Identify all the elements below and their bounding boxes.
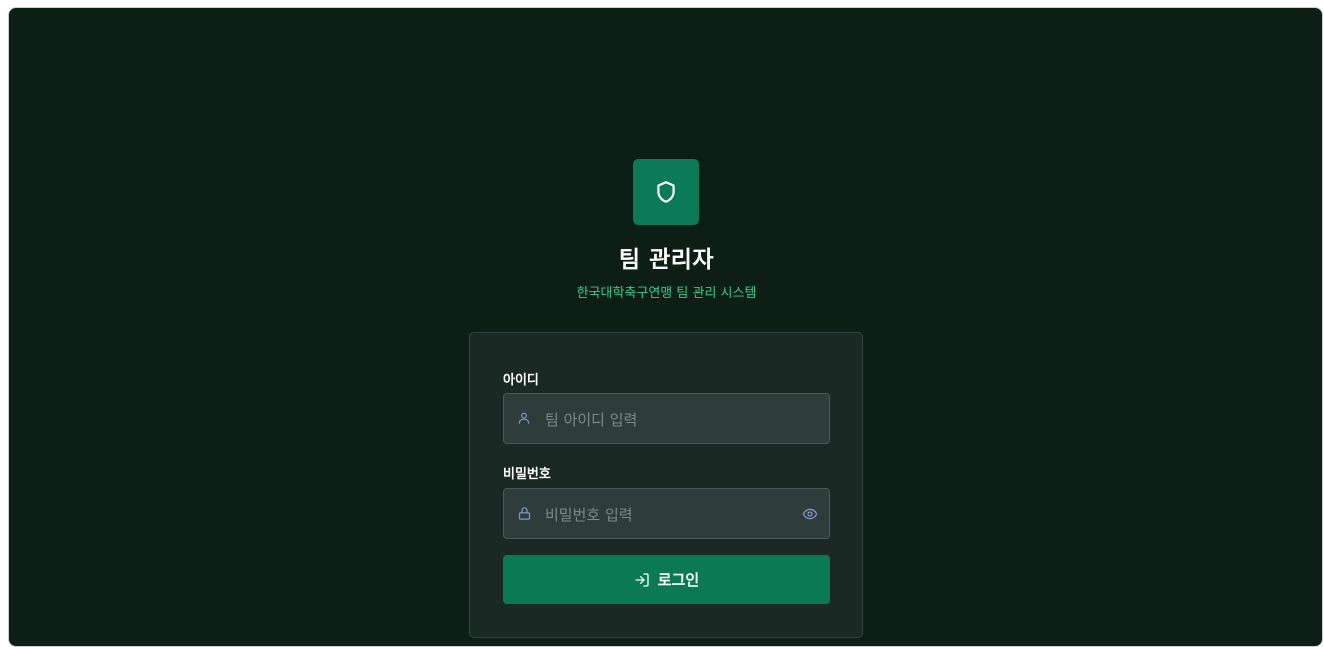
- login-page: 팀 관리자 한국대학축구연맹 팀 관리 시스템 아이디 팀 아이디 입력 비밀번…: [8, 7, 1323, 647]
- page-subtitle: 한국대학축구연맹 팀 관리 시스템: [576, 286, 757, 301]
- password-placeholder: 비밀번호 입력: [545, 506, 633, 524]
- eye-icon[interactable]: [802, 506, 818, 522]
- login-card: 아이디 팀 아이디 입력 비밀번호 비밀번호 입력 로그인: [469, 332, 863, 638]
- username-placeholder: 팀 아이디 입력: [545, 411, 638, 429]
- login-arrow-icon: [634, 572, 650, 588]
- page-title: 팀 관리자: [618, 247, 715, 273]
- shield-icon: [657, 181, 675, 203]
- app-logo: [633, 159, 699, 225]
- password-field[interactable]: 비밀번호 입력: [503, 488, 830, 539]
- username-label: 아이디: [503, 373, 539, 388]
- lock-icon: [516, 505, 532, 521]
- password-label: 비밀번호: [503, 467, 551, 482]
- login-button[interactable]: 로그인: [503, 555, 830, 604]
- login-button-label: 로그인: [657, 571, 700, 589]
- user-icon: [516, 410, 532, 426]
- username-field[interactable]: 팀 아이디 입력: [503, 393, 830, 444]
